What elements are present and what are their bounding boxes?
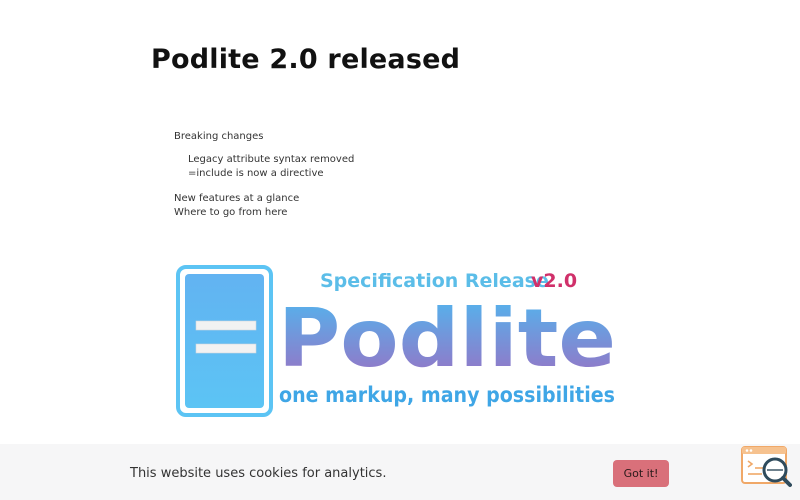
toc-subsection: Legacy attribute syntax removed =include… [174, 153, 354, 182]
page-title: Podlite 2.0 released [151, 44, 461, 75]
banner-wordmark: Podlite [278, 292, 616, 385]
toc-item-where-to-go[interactable]: Where to go from here [174, 206, 354, 221]
banner-version: v2.0 [531, 270, 577, 292]
banner-tagline: one markup, many possibilities [279, 383, 615, 407]
cookie-message: This website uses cookies for analytics. [130, 466, 387, 481]
cookie-accept-button[interactable]: Got it! [613, 460, 669, 487]
table-of-contents: Breaking changes Legacy attribute syntax… [174, 130, 354, 221]
podlite-banner-image: Specification Release v2.0 Podlite one m… [176, 265, 616, 417]
banner-release-label: Specification Release [320, 270, 549, 292]
search-document-icon[interactable] [740, 445, 792, 493]
toc-item-new-features[interactable]: New features at a glance [174, 192, 354, 207]
toc-item-breaking-changes[interactable]: Breaking changes [174, 130, 354, 145]
podlite-logo-icon [176, 265, 273, 417]
toc-item-legacy-attribute[interactable]: Legacy attribute syntax removed [188, 153, 354, 168]
toc-item-include-directive[interactable]: =include is now a directive [188, 167, 354, 182]
cookie-consent-bar: This website uses cookies for analytics.… [0, 444, 800, 500]
page: Podlite 2.0 released Breaking changes Le… [0, 0, 800, 500]
